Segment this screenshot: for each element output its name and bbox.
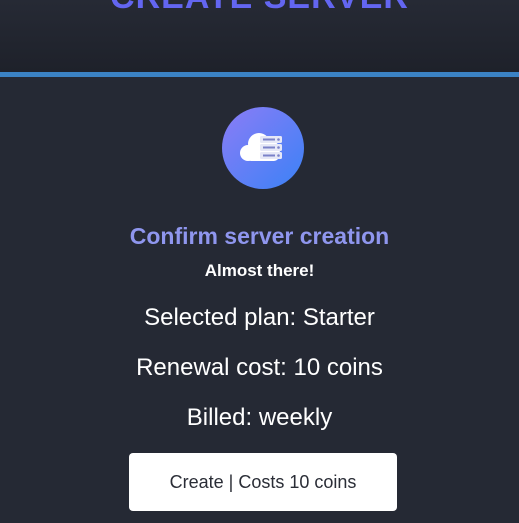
create-server-page: CREATE SERVER: [0, 0, 519, 523]
renewal-cost-text: Renewal cost: 10 coins: [136, 354, 383, 381]
confirm-subtitle: Almost there!: [204, 261, 315, 280]
confirm-title: Confirm server creation: [129, 223, 390, 249]
page-header: CREATE SERVER: [0, 0, 519, 72]
selected-plan-text: Selected plan: Starter: [144, 304, 375, 331]
create-server-button[interactable]: Create | Costs 10 coins: [129, 453, 397, 511]
page-title: CREATE SERVER: [0, 0, 519, 17]
cloud-server-icon: [222, 107, 304, 189]
confirm-panel: Confirm server creation Almost there! Se…: [0, 77, 519, 523]
billing-period-text: Billed: weekly: [186, 404, 333, 431]
cloud-server-icon-graphic: [240, 133, 282, 161]
